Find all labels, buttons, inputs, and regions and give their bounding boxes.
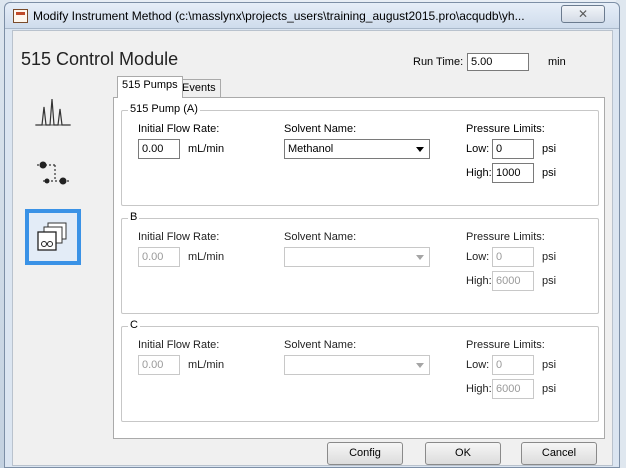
pump-group-b: B Initial Flow Rate: 0.00 mL/min Solvent… xyxy=(121,211,599,314)
pump-b-legend: B xyxy=(128,211,140,223)
pump-a-flow-input[interactable]: 0.00 xyxy=(138,139,180,159)
tab-events[interactable]: Events xyxy=(177,79,221,97)
pump-a-solvent-select[interactable]: Methanol xyxy=(284,139,430,159)
sidebar-item-chromatogram[interactable] xyxy=(25,83,81,139)
pump-a-low-label: Low: xyxy=(466,143,490,155)
app-icon xyxy=(13,9,28,23)
pump-c-solvent-select[interactable] xyxy=(284,355,430,375)
pump-module-icon xyxy=(37,222,67,251)
pump-a-solvent-label: Solvent Name: xyxy=(284,123,357,135)
pump-b-low-unit: psi xyxy=(542,251,557,263)
pump-a-legend: 515 Pump (A) xyxy=(128,103,200,115)
pump-a-flow-label: Initial Flow Rate: xyxy=(138,123,220,135)
pump-group-c: C Initial Flow Rate: 0.00 mL/min Solvent… xyxy=(121,319,599,422)
pump-group-a: 515 Pump (A) Initial Flow Rate: 0.00 mL/… xyxy=(121,103,599,206)
tab-515-pumps[interactable]: 515 Pumps xyxy=(117,76,183,98)
pump-a-flow-unit: mL/min xyxy=(188,143,225,155)
pump-a-low-input[interactable]: 0 xyxy=(492,139,534,159)
chevron-down-icon[interactable] xyxy=(411,248,429,266)
pump-a-pressure-label: Pressure Limits: xyxy=(466,123,545,135)
pump-b-high-label: High: xyxy=(466,275,492,287)
pump-b-flow-input[interactable]: 0.00 xyxy=(138,247,180,267)
cancel-button[interactable]: Cancel xyxy=(521,442,597,465)
close-button[interactable]: ✕ xyxy=(561,5,605,23)
sidebar-item-pump-module[interactable] xyxy=(25,209,81,265)
module-title: 515 Control Module xyxy=(21,49,179,69)
pump-c-low-label: Low: xyxy=(466,359,490,371)
pump-c-flow-unit: mL/min xyxy=(188,359,225,371)
modify-instrument-method-window: Modify Instrument Method (c:\masslynx\pr… xyxy=(4,2,620,468)
pump-a-high-input[interactable]: 1000 xyxy=(492,163,534,183)
chromatogram-icon xyxy=(35,98,71,126)
run-time-label: Run Time: xyxy=(413,56,464,68)
pump-a-high-unit: psi xyxy=(542,167,557,179)
pump-a-solvent-value: Methanol xyxy=(288,143,334,155)
pump-c-flow-label: Initial Flow Rate: xyxy=(138,339,220,351)
pump-b-solvent-label: Solvent Name: xyxy=(284,231,357,243)
ok-button[interactable]: OK xyxy=(425,442,501,465)
run-time-unit: min xyxy=(548,56,566,68)
pump-c-flow-input[interactable]: 0.00 xyxy=(138,355,180,375)
pump-b-low-label: Low: xyxy=(466,251,490,263)
pump-c-high-unit: psi xyxy=(542,383,557,395)
pump-c-legend: C xyxy=(128,319,140,331)
run-time-input[interactable]: 5.00 xyxy=(467,53,529,71)
window-title: Modify Instrument Method (c:\masslynx\pr… xyxy=(33,9,525,23)
chevron-down-icon[interactable] xyxy=(411,356,429,374)
pump-a-low-unit: psi xyxy=(542,143,557,155)
pump-b-low-input[interactable]: 0 xyxy=(492,247,534,267)
pump-b-flow-unit: mL/min xyxy=(188,251,225,263)
pump-c-low-unit: psi xyxy=(542,359,557,371)
chevron-down-icon[interactable] xyxy=(411,140,429,158)
config-button[interactable]: Config xyxy=(327,442,403,465)
pump-a-high-label: High: xyxy=(466,167,492,179)
pump-b-high-unit: psi xyxy=(542,275,557,287)
tab-panel-515-pumps: 515 Pump (A) Initial Flow Rate: 0.00 mL/… xyxy=(113,97,605,439)
pump-b-pressure-label: Pressure Limits: xyxy=(466,231,545,243)
pump-c-pressure-label: Pressure Limits: xyxy=(466,339,545,351)
flow-diagram-icon xyxy=(37,161,69,185)
pump-c-high-label: High: xyxy=(466,383,492,395)
pump-c-high-input[interactable]: 6000 xyxy=(492,379,534,399)
pump-b-solvent-select[interactable] xyxy=(284,247,430,267)
dialog-client-area: 515 Control Module Run Time: 5.00 min 51… xyxy=(12,30,613,466)
pump-b-high-input[interactable]: 6000 xyxy=(492,271,534,291)
pump-c-low-input[interactable]: 0 xyxy=(492,355,534,375)
sidebar-item-flow[interactable] xyxy=(25,145,81,201)
pump-b-flow-label: Initial Flow Rate: xyxy=(138,231,220,243)
pump-c-solvent-label: Solvent Name: xyxy=(284,339,357,351)
title-bar[interactable]: Modify Instrument Method (c:\masslynx\pr… xyxy=(5,3,619,29)
